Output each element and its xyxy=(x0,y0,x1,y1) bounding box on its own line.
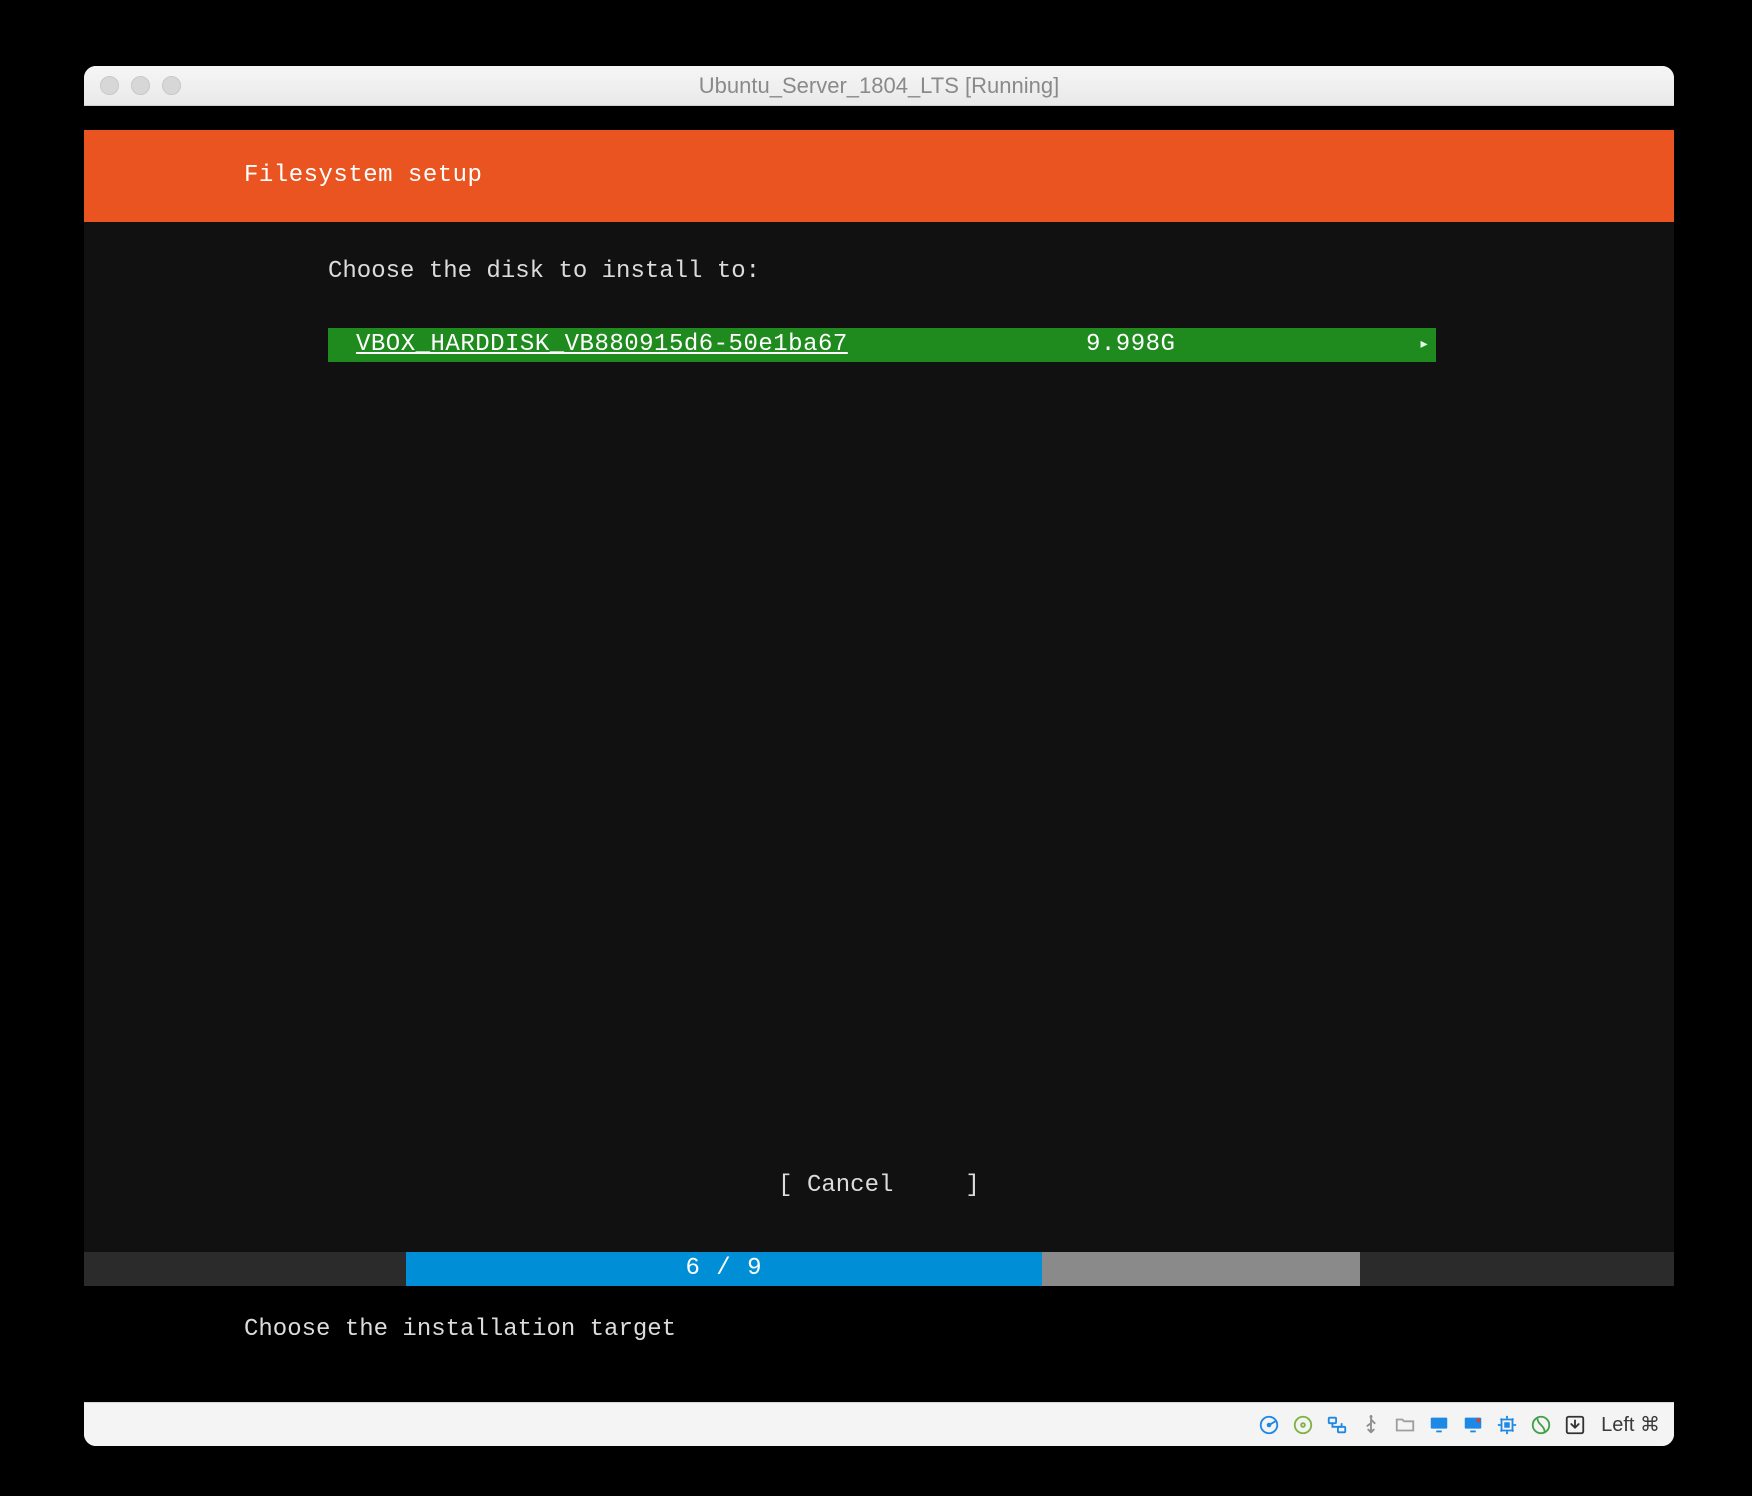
window-titlebar[interactable]: Ubuntu_Server_1804_LTS [Running] xyxy=(84,66,1674,106)
disk-name: VBOX_HARDDISK_VB880915d6-50e1ba67 xyxy=(356,329,848,361)
progress-bar: 6 / 9 xyxy=(84,1252,1674,1286)
host-key-indicator: Left ⌘ xyxy=(1601,1412,1660,1437)
installer-header: Filesystem setup xyxy=(84,130,1674,222)
mouse-integration-icon[interactable] xyxy=(1529,1413,1553,1437)
progress-gutter-left xyxy=(84,1252,406,1286)
cancel-button[interactable]: [ Cancel ] xyxy=(84,1170,1674,1202)
progress-fill: 6 / 9 xyxy=(406,1252,1042,1286)
progress-remaining xyxy=(1042,1252,1360,1286)
disk-option[interactable]: VBOX_HARDDISK_VB880915d6-50e1ba67 9.998G… xyxy=(328,328,1436,362)
progress-gutter-right xyxy=(1360,1252,1674,1286)
virtualbox-statusbar: Left ⌘ xyxy=(84,1402,1674,1446)
installer-header-text: Filesystem setup xyxy=(244,160,482,192)
vm-framebuffer[interactable]: Filesystem setup Choose the disk to inst… xyxy=(84,106,1674,1402)
network-icon[interactable] xyxy=(1325,1413,1349,1437)
virtualbox-window: Ubuntu_Server_1804_LTS [Running] Filesys… xyxy=(84,66,1674,1446)
chevron-right-icon: ▸ xyxy=(1419,333,1430,357)
host-key-label: Left ⌘ xyxy=(1601,1412,1660,1437)
installer-prompt: Choose the disk to install to: xyxy=(84,256,1674,288)
shared-folder-icon[interactable] xyxy=(1393,1413,1417,1437)
installer-body: Choose the disk to install to: VBOX_HARD… xyxy=(84,222,1674,1282)
hard-disk-icon[interactable] xyxy=(1257,1413,1281,1437)
usb-icon[interactable] xyxy=(1359,1413,1383,1437)
window-title: Ubuntu_Server_1804_LTS [Running] xyxy=(84,73,1674,99)
optical-disk-icon[interactable] xyxy=(1291,1413,1315,1437)
disk-size: 9.998G xyxy=(1086,329,1175,361)
installer-hint: Choose the installation target xyxy=(244,1314,676,1346)
progress-label: 6 / 9 xyxy=(685,1253,762,1285)
display-icon[interactable] xyxy=(1427,1413,1451,1437)
recording-icon[interactable] xyxy=(1461,1413,1485,1437)
cpu-icon[interactable] xyxy=(1495,1413,1519,1437)
keyboard-capture-icon[interactable] xyxy=(1563,1413,1587,1437)
installer-console: Filesystem setup Choose the disk to inst… xyxy=(84,130,1674,1402)
